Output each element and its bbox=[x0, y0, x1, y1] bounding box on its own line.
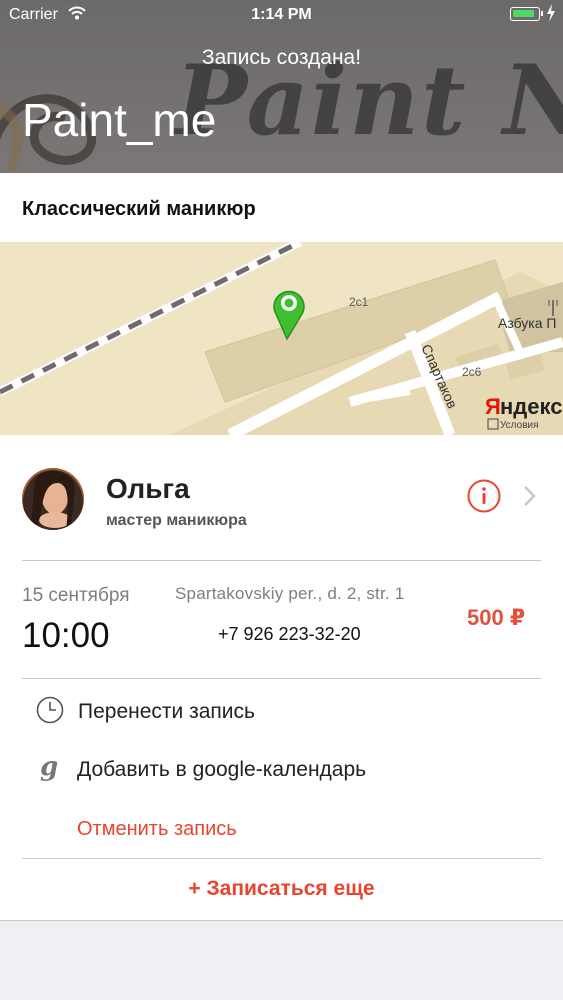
appointment-time: 10:00 bbox=[22, 616, 110, 655]
service-name: Классический маникюр bbox=[22, 198, 256, 220]
salon-title: Paint_me bbox=[22, 94, 217, 146]
book-again-button[interactable]: + Записаться еще bbox=[0, 877, 563, 901]
bottom-divider bbox=[0, 920, 563, 921]
divider bbox=[22, 560, 541, 561]
header: Paint N Carrier 1:14 PM Запись создана! … bbox=[0, 0, 563, 173]
reschedule-button[interactable]: Перенести запись bbox=[78, 700, 255, 724]
chevron-right-icon[interactable] bbox=[522, 484, 538, 508]
clock-icon bbox=[36, 696, 64, 724]
map-label-building-1: 2c1 bbox=[349, 295, 369, 309]
charging-bolt-icon bbox=[547, 4, 555, 22]
cancel-booking-button[interactable]: Отменить запись bbox=[77, 818, 237, 841]
status-time: 1:14 PM bbox=[251, 6, 312, 23]
avatar[interactable] bbox=[22, 468, 84, 530]
yandex-logo: ндекс bbox=[500, 394, 562, 419]
map-terms-link[interactable]: Условия bbox=[500, 420, 539, 431]
yandex-logo-letter: Я bbox=[485, 394, 501, 419]
map-view[interactable]: 2c1 2c6 Спартаков Азбука П Я ндекс Услов… bbox=[0, 242, 563, 435]
map-label-shop: Азбука П bbox=[498, 315, 556, 331]
salon-phone[interactable]: +7 926 223-32-20 bbox=[218, 624, 361, 645]
salon-address[interactable]: Spartakovskiy per., d. 2, str. 1 bbox=[175, 584, 404, 604]
service-price: 500 ₽ bbox=[467, 605, 526, 630]
master-name[interactable]: Ольга bbox=[106, 473, 190, 505]
map-label-building-2: 2c6 bbox=[462, 365, 482, 379]
appointment-date: 15 сентября bbox=[22, 585, 130, 606]
status-bar: Carrier 1:14 PM bbox=[0, 0, 563, 30]
svg-text:g: g bbox=[40, 753, 58, 782]
battery-tip bbox=[541, 11, 543, 16]
map-canvas: 2c1 2c6 Спартаков Азбука П Я ндекс Услов… bbox=[0, 242, 563, 435]
booking-created-message: Запись создана! bbox=[201, 46, 362, 69]
battery-icon bbox=[510, 7, 540, 21]
divider bbox=[22, 678, 541, 679]
add-to-google-calendar-button[interactable]: Добавить в google-календарь bbox=[77, 758, 366, 782]
master-role: мастер маникюра bbox=[106, 512, 247, 529]
battery-level bbox=[513, 10, 534, 17]
google-icon: g bbox=[40, 753, 58, 782]
divider bbox=[22, 858, 541, 859]
info-icon[interactable] bbox=[467, 479, 501, 513]
avatar-image bbox=[22, 468, 84, 530]
